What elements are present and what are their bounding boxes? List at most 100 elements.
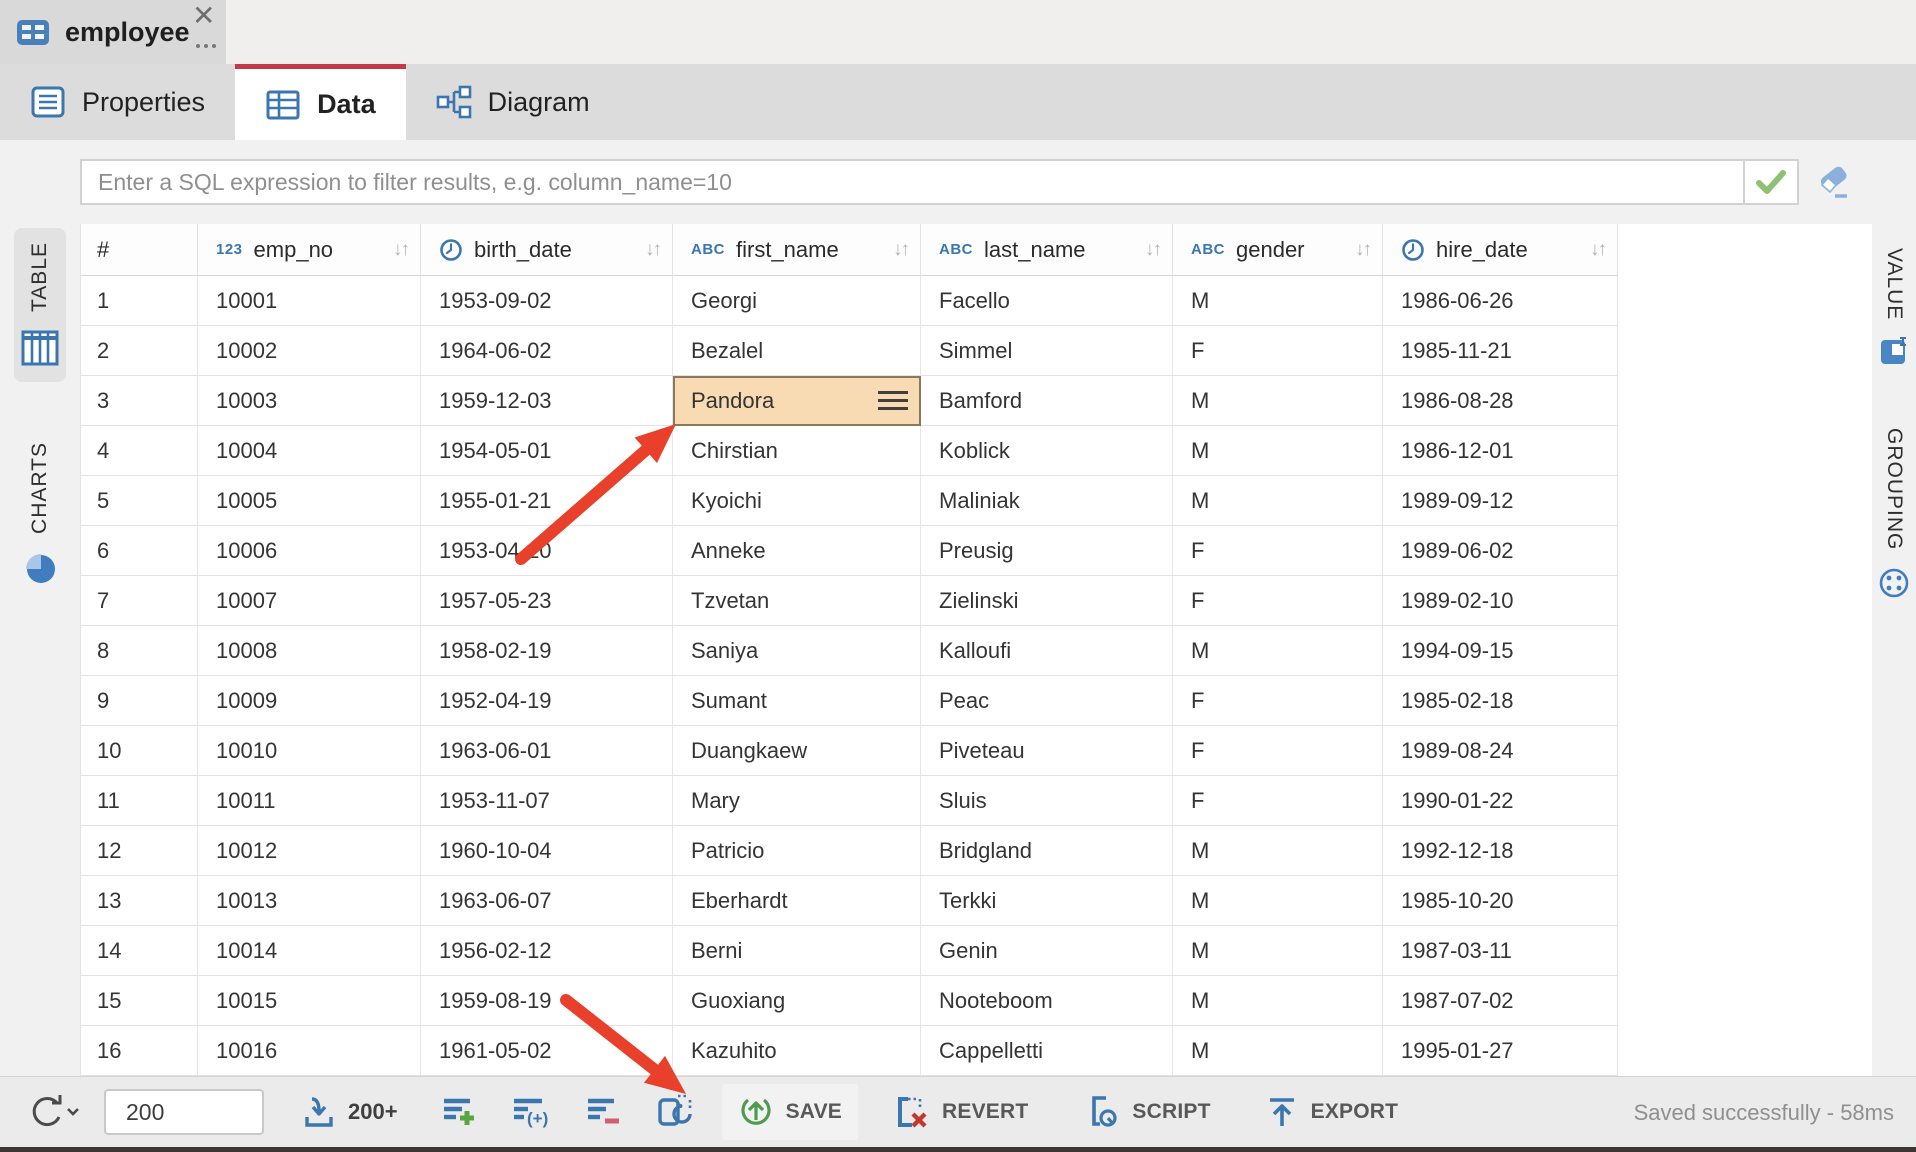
data-cell-gender[interactable]: F (1173, 526, 1383, 576)
data-cell-birth_date[interactable]: 1956-02-12 (421, 926, 673, 976)
data-cell-emp_no[interactable]: 10004 (198, 426, 421, 476)
sort-icon[interactable]: ↓↑ (645, 239, 660, 261)
save-button[interactable]: SAVE (722, 1084, 858, 1140)
column-header-last_name[interactable]: ABClast_name↓↑ (921, 224, 1173, 276)
fetch-size-input[interactable] (104, 1089, 264, 1135)
tab-diagram[interactable]: Diagram (406, 64, 620, 140)
data-cell-last_name[interactable]: Maliniak (921, 476, 1173, 526)
tab-properties[interactable]: Properties (0, 64, 235, 140)
data-cell-last_name[interactable]: Koblick (921, 426, 1173, 476)
data-cell-last_name[interactable]: Facello (921, 276, 1173, 326)
data-cell-last_name[interactable]: Simmel (921, 326, 1173, 376)
cell-menu-icon[interactable] (878, 391, 908, 410)
data-cell-gender[interactable]: M (1173, 376, 1383, 426)
data-cell-gender[interactable]: M (1173, 476, 1383, 526)
data-cell-first_name[interactable]: Tzvetan (673, 576, 921, 626)
data-cell-first_name[interactable]: Eberhardt (673, 876, 921, 926)
data-cell-hire_date[interactable]: 1987-07-02 (1383, 976, 1618, 1026)
duplicate-row-button[interactable]: (+) (510, 1093, 552, 1131)
data-cell-last_name[interactable]: Kalloufi (921, 626, 1173, 676)
data-cell-last_name[interactable]: Zielinski (921, 576, 1173, 626)
data-cell-gender[interactable]: M (1173, 1026, 1383, 1076)
data-cell-first_name[interactable]: Kyoichi (673, 476, 921, 526)
data-cell-first_name[interactable]: Mary (673, 776, 921, 826)
data-cell-emp_no[interactable]: 10011 (198, 776, 421, 826)
data-cell-gender[interactable]: M (1173, 976, 1383, 1026)
data-cell-first_name[interactable]: Patricio (673, 826, 921, 876)
sql-filter-input[interactable] (80, 159, 1745, 205)
tab-data[interactable]: Data (235, 64, 406, 140)
data-cell-birth_date[interactable]: 1953-11-07 (421, 776, 673, 826)
data-cell-birth_date[interactable]: 1952-04-19 (421, 676, 673, 726)
data-cell-hire_date[interactable]: 1986-08-28 (1383, 376, 1618, 426)
data-cell-hire_date[interactable]: 1995-01-27 (1383, 1026, 1618, 1076)
data-cell-hire_date[interactable]: 1989-02-10 (1383, 576, 1618, 626)
data-cell-birth_date[interactable]: 1955-01-21 (421, 476, 673, 526)
sort-icon[interactable]: ↓↑ (393, 239, 408, 261)
data-cell-hire_date[interactable]: 1987-03-11 (1383, 926, 1618, 976)
sort-icon[interactable]: ↓↑ (893, 239, 908, 261)
data-cell-emp_no[interactable]: 10014 (198, 926, 421, 976)
sort-icon[interactable]: ↓↑ (1355, 239, 1370, 261)
data-cell-first_name[interactable]: Kazuhito (673, 1026, 921, 1076)
data-cell-hire_date[interactable]: 1989-06-02 (1383, 526, 1618, 576)
data-cell-emp_no[interactable]: 10009 (198, 676, 421, 726)
data-cell-hire_date[interactable]: 1985-10-20 (1383, 876, 1618, 926)
data-cell-first_name[interactable]: Chirstian (673, 426, 921, 476)
sidebar-tab-grouping[interactable]: GROUPING (1872, 414, 1916, 612)
data-cell-birth_date[interactable]: 1963-06-01 (421, 726, 673, 776)
data-cell-first_name[interactable]: Bezalel (673, 326, 921, 376)
data-cell-emp_no[interactable]: 10007 (198, 576, 421, 626)
close-icon[interactable]: ✕ (192, 0, 215, 32)
data-cell-last_name[interactable]: Terkki (921, 876, 1173, 926)
data-cell-emp_no[interactable]: 10010 (198, 726, 421, 776)
column-header-first_name[interactable]: ABCfirst_name↓↑ (673, 224, 921, 276)
data-cell-emp_no[interactable]: 10003 (198, 376, 421, 426)
data-cell-first_name[interactable]: Anneke (673, 526, 921, 576)
data-cell-gender[interactable]: M (1173, 426, 1383, 476)
data-cell-emp_no[interactable]: 10008 (198, 626, 421, 676)
data-cell-first_name[interactable]: Duangkaew (673, 726, 921, 776)
data-cell-gender[interactable]: M (1173, 926, 1383, 976)
data-cell-last_name[interactable]: Nooteboom (921, 976, 1173, 1026)
sort-icon[interactable]: ↓↑ (1590, 239, 1605, 261)
export-button[interactable]: EXPORT (1249, 1084, 1415, 1140)
delete-row-button[interactable] (584, 1093, 622, 1131)
clear-filter-button[interactable] (1810, 164, 1856, 202)
revert-button[interactable]: REVERT (876, 1083, 1044, 1141)
data-cell-emp_no[interactable]: 10002 (198, 326, 421, 376)
data-cell-first_name[interactable]: Georgi (673, 276, 921, 326)
data-cell-last_name[interactable]: Bridgland (921, 826, 1173, 876)
data-cell-birth_date[interactable]: 1961-05-02 (421, 1026, 673, 1076)
script-button[interactable]: SCRIPT (1066, 1083, 1226, 1141)
more-options-icon[interactable] (196, 44, 216, 48)
data-cell-gender[interactable]: M (1173, 826, 1383, 876)
refresh-cell-button[interactable] (654, 1092, 696, 1132)
data-cell-hire_date[interactable]: 1994-09-15 (1383, 626, 1618, 676)
data-cell-first_name[interactable]: Saniya (673, 626, 921, 676)
data-cell-last_name[interactable]: Peac (921, 676, 1173, 726)
data-cell-first_name[interactable]: Guoxiang (673, 976, 921, 1026)
data-cell-birth_date[interactable]: 1964-06-02 (421, 326, 673, 376)
data-cell-birth_date[interactable]: 1953-04-20 (421, 526, 673, 576)
data-cell-hire_date[interactable]: 1985-11-21 (1383, 326, 1618, 376)
data-cell-emp_no[interactable]: 10006 (198, 526, 421, 576)
sort-icon[interactable]: ↓↑ (1145, 239, 1160, 261)
data-cell-last_name[interactable]: Bamford (921, 376, 1173, 426)
sidebar-tab-value[interactable]: VALUE (1873, 234, 1915, 380)
data-cell-hire_date[interactable]: 1986-06-26 (1383, 276, 1618, 326)
data-cell-birth_date[interactable]: 1954-05-01 (421, 426, 673, 476)
column-header-emp_no[interactable]: 123emp_no↓↑ (198, 224, 421, 276)
data-cell-last_name[interactable]: Piveteau (921, 726, 1173, 776)
data-cell-birth_date[interactable]: 1963-06-07 (421, 876, 673, 926)
data-cell-last_name[interactable]: Preusig (921, 526, 1173, 576)
data-cell-hire_date[interactable]: 1989-09-12 (1383, 476, 1618, 526)
data-cell-last_name[interactable]: Genin (921, 926, 1173, 976)
data-cell-first_name[interactable]: Pandora (673, 376, 921, 426)
fetch-next-page-button[interactable]: 200+ (300, 1093, 398, 1131)
data-cell-emp_no[interactable]: 10001 (198, 276, 421, 326)
refresh-button[interactable] (24, 1092, 82, 1132)
apply-filter-button[interactable] (1745, 159, 1799, 205)
data-cell-gender[interactable]: M (1173, 626, 1383, 676)
column-header-birth_date[interactable]: birth_date↓↑ (421, 224, 673, 276)
